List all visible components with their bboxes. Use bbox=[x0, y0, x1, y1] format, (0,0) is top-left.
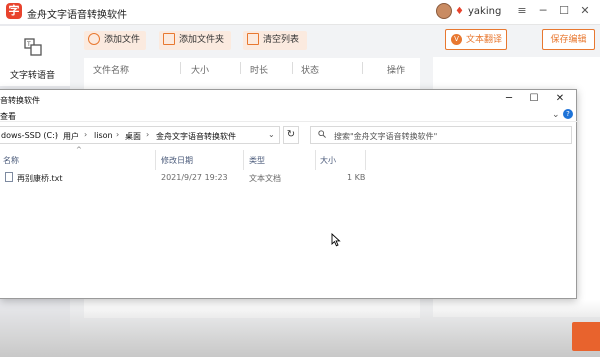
column-header-status: 状态 bbox=[301, 66, 320, 76]
column-divider[interactable] bbox=[155, 150, 156, 170]
breadcrumb-desktop[interactable]: 桌面 bbox=[125, 131, 141, 142]
column-header-type[interactable]: 类型 bbox=[249, 155, 265, 166]
menu-icon[interactable]: ≡ bbox=[515, 4, 529, 17]
divider bbox=[0, 121, 577, 122]
add-file-label: 添加文件 bbox=[104, 35, 141, 45]
clear-list-label: 清空列表 bbox=[263, 35, 300, 45]
sort-ascending-icon: ^ bbox=[76, 146, 82, 154]
translate-label: 文本翻译 bbox=[465, 35, 502, 45]
column-divider bbox=[362, 62, 363, 74]
chevron-down-icon[interactable]: ⌄ bbox=[552, 110, 560, 120]
avatar[interactable] bbox=[436, 3, 452, 19]
user-name[interactable]: yaking bbox=[468, 6, 501, 17]
clear-icon bbox=[247, 32, 259, 45]
minimize-button[interactable]: ─ bbox=[536, 4, 550, 17]
breadcrumb-user[interactable]: lison bbox=[94, 131, 113, 140]
add-folder-button[interactable]: 添加文件夹 bbox=[159, 31, 231, 50]
chevron-down-icon[interactable]: ⌄ bbox=[268, 130, 275, 139]
file-modified: 2021/9/27 19:23 bbox=[161, 173, 228, 182]
search-placeholder: 搜索"金舟文字语音转换软件" bbox=[334, 132, 438, 141]
column-header-size[interactable]: 大小 bbox=[320, 155, 336, 166]
breadcrumb-separator[interactable]: › bbox=[84, 130, 87, 139]
translate-button[interactable]: V 文本翻译 bbox=[445, 29, 507, 50]
column-divider[interactable] bbox=[365, 150, 366, 170]
column-header-modified[interactable]: 修改日期 bbox=[161, 155, 193, 166]
file-type: 文本文档 bbox=[249, 174, 281, 183]
column-divider bbox=[180, 62, 181, 74]
close-button[interactable]: ✕ bbox=[578, 4, 592, 17]
start-button[interactable] bbox=[572, 322, 600, 351]
explorer-minimize-button[interactable]: ─ bbox=[502, 93, 516, 104]
breadcrumb-folder[interactable]: 金舟文字语音转换软件 bbox=[156, 131, 236, 142]
column-divider bbox=[292, 62, 293, 74]
add-icon bbox=[88, 32, 100, 45]
breadcrumb-drive[interactable]: dows-SSD (C:) bbox=[1, 131, 58, 140]
breadcrumb-separator[interactable]: › bbox=[146, 130, 149, 139]
column-header-action: 操作 bbox=[387, 66, 406, 76]
folder-icon bbox=[163, 32, 175, 45]
add-file-button[interactable]: 添加文件 bbox=[84, 31, 146, 50]
save-settings-button[interactable]: 保存编辑 bbox=[542, 29, 595, 50]
app-title: 金舟文字语音转换软件 bbox=[27, 10, 127, 21]
column-header-name[interactable]: 名称 bbox=[3, 155, 19, 166]
breadcrumb-separator[interactable]: › bbox=[55, 130, 58, 139]
clear-list-button[interactable]: 清空列表 bbox=[243, 31, 307, 50]
column-divider bbox=[240, 62, 241, 74]
maximize-button[interactable]: ☐ bbox=[557, 4, 571, 17]
refresh-button[interactable]: ↻ bbox=[283, 126, 299, 144]
bottom-fade bbox=[0, 300, 600, 357]
breadcrumb-separator[interactable]: › bbox=[116, 130, 119, 139]
search-icon bbox=[318, 130, 326, 138]
column-divider[interactable] bbox=[243, 150, 244, 170]
mouse-cursor-icon bbox=[331, 233, 341, 247]
explorer-maximize-button[interactable]: ☐ bbox=[527, 93, 541, 104]
text-file-icon bbox=[5, 172, 13, 182]
text-to-speech-icon: T bbox=[24, 38, 42, 56]
vip-icon: V bbox=[451, 34, 462, 45]
explorer-close-button[interactable]: ✕ bbox=[553, 93, 567, 104]
column-divider[interactable] bbox=[315, 150, 316, 170]
vip-badge-icon: ♦ bbox=[455, 6, 464, 17]
column-header-duration: 时长 bbox=[250, 66, 269, 76]
file-name[interactable]: 再别康桥.txt bbox=[17, 173, 63, 184]
app-logo: 字 bbox=[6, 3, 22, 19]
svg-text:T: T bbox=[26, 41, 31, 48]
file-size: 1 KB bbox=[347, 173, 366, 182]
column-header-size: 大小 bbox=[191, 66, 210, 76]
explorer-title: 音转换软件 bbox=[0, 96, 40, 105]
column-header-filename: 文件名称 bbox=[93, 66, 130, 76]
breadcrumb-users[interactable]: 用户 bbox=[63, 131, 79, 142]
help-icon[interactable]: ? bbox=[563, 109, 573, 119]
add-folder-label: 添加文件夹 bbox=[179, 35, 225, 45]
sidebar-item-label: 文字转语音 bbox=[10, 71, 56, 81]
